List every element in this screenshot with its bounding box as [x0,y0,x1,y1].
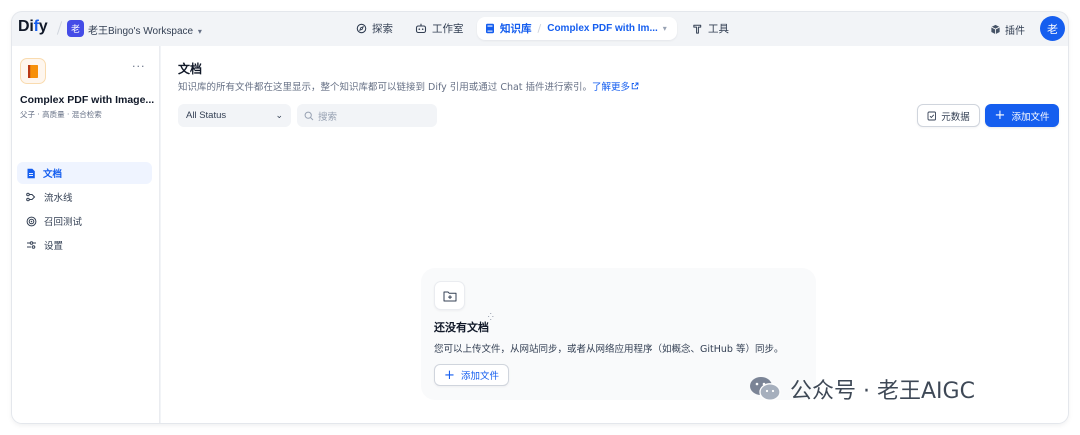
plugins-button[interactable]: 插件 [990,22,1025,37]
metadata-button[interactable]: 元数据 [917,104,980,127]
document-icon [27,168,35,178]
add-file-button[interactable]: + 添加文件 [985,104,1059,127]
nav-tools[interactable]: 工具 [692,21,729,36]
sidebar-item-label: 设置 [44,241,64,252]
nav-studio-label: 工作室 [432,23,464,35]
watermark-text: 公众号 · 老王AIGC [790,379,975,404]
dataset-sidebar: ··· Complex PDF with Image... 父子 · 高质量 ·… [12,46,160,423]
page-title: 文档 [178,62,203,76]
empty-state-title: 还没有文档 [434,321,489,334]
plus-icon: + [994,108,1006,123]
nav-explore-label: 探索 [372,23,393,35]
wechat-icon [750,377,781,401]
sidebar-item-settings[interactable]: 设置 [17,234,152,256]
dataset-title: Complex PDF with Image... [20,94,155,106]
logo-text-end: y [38,18,48,35]
external-link-icon [631,82,639,90]
book-icon [486,23,494,34]
documents-panel: 文档 知识库的所有文件都在这里显示，整个知识库都可以链接到 Dify 引用或通过… [161,46,1068,423]
chevron-down-icon[interactable]: ▾ [663,24,667,33]
folder-plus-icon [434,281,465,310]
chevron-down-icon: ▾ [197,27,202,36]
status-filter-select[interactable]: All Status ⌄ [178,104,291,127]
dataset-icon [20,58,46,84]
wechat-watermark: 公众号 · 老王AIGC [748,373,975,405]
dataset-meta: 父子 · 高质量 · 混合检索 [20,110,102,119]
metadata-icon [927,111,937,120]
sidebar-item-retrieval-test[interactable]: 召回测试 [17,210,152,232]
plugins-label: 插件 [1005,26,1025,37]
status-filter-value: All Status [186,110,227,121]
workspace-name: 老王Bingo's Workspace [88,26,194,37]
search-placeholder: 搜索 [318,111,338,123]
sidebar-item-documents[interactable]: 文档 [17,162,152,184]
breadcrumb-separator: / [537,22,542,35]
compass-icon [356,23,367,34]
nav-tools-label: 工具 [708,23,729,35]
page-description: 知识库的所有文件都在这里显示，整个知识库都可以链接到 Dify 引用或通过 Ch… [178,79,639,93]
plus-icon: + [444,367,455,383]
search-input[interactable]: 搜索 [297,104,437,127]
top-navbar: Dify 老 老王Bingo's Workspace ▾ 探索 工作室 知识库 … [12,12,1068,46]
empty-add-file-button[interactable]: + 添加文件 [434,364,509,386]
search-icon [304,111,314,120]
more-options-icon[interactable]: ··· [132,60,146,73]
add-file-label: 添加文件 [1011,111,1050,123]
dataset-breadcrumb[interactable]: Complex PDF with Im... [547,23,658,34]
app-window: Dify 老 老王Bingo's Workspace ▾ 探索 工作室 知识库 … [12,12,1068,423]
nav-knowledge-label: 知识库 [500,23,532,35]
hammer-icon [693,24,702,34]
cube-icon [991,24,1000,35]
learn-more-label: 了解更多 [592,82,631,93]
sidebar-item-label: 流水线 [44,193,73,204]
empty-add-file-label: 添加文件 [460,371,499,382]
nav-explore[interactable]: 探索 [356,21,393,36]
user-avatar[interactable]: 老 [1040,16,1065,41]
sidebar-item-label: 文档 [43,169,63,180]
metadata-label: 元数据 [941,111,970,123]
nav-studio[interactable]: 工作室 [415,21,464,36]
book-icon [28,64,38,78]
workspace-avatar[interactable]: 老 [67,20,84,37]
robot-icon [415,23,427,34]
sidebar-item-label: 召回测试 [44,217,83,228]
chevron-down-icon: ⌄ [275,110,283,120]
sidebar-item-pipeline[interactable]: 流水线 [17,186,152,208]
target-icon [26,216,37,226]
nav-knowledge[interactable]: 知识库 / Complex PDF with Im... ▾ [477,17,677,40]
workspace-switcher[interactable]: 老王Bingo's Workspace ▾ [88,22,202,37]
header-divider [56,21,63,35]
pipeline-icon [26,192,36,202]
logo-text-start: Di [18,18,34,35]
empty-state-description: 您可以上传文件，从网站同步，或者从网络应用程序（如概念、GitHub 等）同步。 [434,344,784,355]
learn-more-link[interactable]: 了解更多 [592,82,639,93]
description-text: 知识库的所有文件都在这里显示，整个知识库都可以链接到 Dify 引用或通过 Ch… [178,82,593,93]
settings-icon [27,241,36,249]
dify-logo[interactable]: Dify [18,18,48,36]
